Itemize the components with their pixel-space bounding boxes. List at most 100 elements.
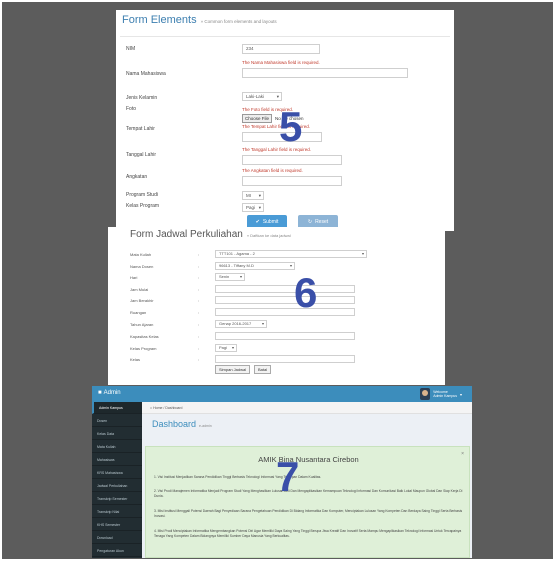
chevron-down-icon: ▾ bbox=[258, 205, 261, 210]
sidebar-item-transkrip-nilai[interactable]: Transkrip Nilai bbox=[92, 506, 142, 518]
sidebar-item-dosen[interactable]: Dosen bbox=[92, 415, 142, 427]
nama-dosen-select[interactable]: 96613 - Tiffany M.D ▾ bbox=[215, 262, 295, 270]
chevron-down-icon: ▾ bbox=[258, 193, 261, 198]
sidebar-item-download[interactable]: Download bbox=[92, 532, 142, 544]
colon: : bbox=[198, 275, 200, 280]
program-studi-value: MI bbox=[246, 193, 251, 198]
page-subtitle: e-admin bbox=[199, 424, 212, 428]
mission-paragraph: 4. Misi Prodi Menciptakan Informatika Me… bbox=[154, 529, 462, 538]
nama-mahasiswa-input[interactable] bbox=[242, 68, 408, 78]
form-elements-header: Form Elements » Common form elements and… bbox=[122, 14, 277, 30]
colon: : bbox=[198, 310, 200, 315]
page-title: Dashboard bbox=[152, 419, 197, 429]
jenis-kelamin-label: Jenis Kelamin bbox=[126, 95, 158, 101]
avatar bbox=[420, 388, 431, 400]
batal-button[interactable]: Batal bbox=[254, 365, 272, 374]
step-number-7: 7 bbox=[276, 453, 300, 500]
brand-logo[interactable]: ■ Admin bbox=[98, 390, 121, 396]
chevron-down-icon: ▾ bbox=[231, 345, 234, 350]
colon: : bbox=[198, 287, 200, 292]
header-divider bbox=[120, 36, 450, 37]
jenis-kelamin-select[interactable]: Laki-Laki ▾ bbox=[242, 92, 282, 101]
kelas-input[interactable] bbox=[215, 355, 355, 363]
top-navbar: ■ Admin Welcome Admin Kampus ▾ bbox=[92, 386, 472, 402]
program-studi-select[interactable]: MI ▾ bbox=[242, 191, 264, 200]
foto-label: Foto bbox=[126, 106, 137, 112]
vision-paragraph: 1. Visi Institusi Menjadikan Sarana Pend… bbox=[154, 475, 322, 479]
hari-label: Hari bbox=[130, 275, 138, 280]
hari-select[interactable]: Senin ▾ bbox=[215, 273, 245, 281]
nama-dosen-value: 96613 - Tiffany M.D bbox=[219, 263, 254, 268]
form-jadwal-title: Form Jadwal Perkuliahan bbox=[130, 229, 243, 240]
breadcrumb-text[interactable]: Home / Dashboard bbox=[153, 406, 182, 410]
colon: : bbox=[198, 334, 200, 339]
nama-mahasiswa-error: The Nama Mahasiswa field is required. bbox=[242, 60, 320, 65]
colon: : bbox=[198, 357, 200, 362]
sidebar-item-admin-kampus[interactable]: Admin Kampus bbox=[92, 402, 142, 414]
colon: : bbox=[198, 298, 200, 303]
chevron-down-icon: ▾ bbox=[361, 251, 364, 256]
step-number-5: 5 bbox=[279, 103, 303, 150]
choose-file-button[interactable]: Choose File bbox=[242, 114, 273, 123]
kapasitas-kelas-label: Kapasitas Kelas bbox=[130, 334, 159, 339]
user-info: Welcome Admin Kampus bbox=[433, 390, 457, 398]
colon: : bbox=[198, 252, 200, 257]
kelas-program-select[interactable]: Pagi ▾ bbox=[215, 344, 237, 352]
chevron-down-icon: ▾ bbox=[289, 263, 292, 268]
sidebar-item-transkrip-semester[interactable]: Transkrip Semester bbox=[92, 493, 142, 505]
user-role: Admin Kampus bbox=[433, 394, 457, 398]
square-icon: ■ bbox=[98, 390, 102, 396]
kapasitas-kelas-input[interactable] bbox=[215, 332, 355, 340]
colon: : bbox=[198, 322, 200, 327]
sidebar: Admin Kampus Dosen Kelas Data Mata Kulia… bbox=[92, 402, 142, 558]
sidebar-item-pengaturan-akun[interactable]: Pengaturan Akun bbox=[92, 545, 142, 557]
angkatan-input[interactable] bbox=[242, 176, 342, 186]
sidebar-item-krs-mahasiswa[interactable]: KRS Mahasiswa bbox=[92, 467, 142, 479]
sidebar-item-jadwal-perkuliahan[interactable]: Jadwal Perkuliahan bbox=[92, 480, 142, 492]
program-studi-label: Program Studi bbox=[126, 192, 158, 198]
user-menu[interactable]: Welcome Admin Kampus ▾ bbox=[420, 387, 462, 401]
sidebar-item-khs-semester[interactable]: KHS Semester bbox=[92, 519, 142, 531]
sidebar-item-kelas-data[interactable]: Kelas Data bbox=[92, 428, 142, 440]
kelas-program-label: Kelas Program bbox=[130, 346, 157, 351]
breadcrumb: ⌂ Home / Dashboard bbox=[142, 402, 472, 414]
chevron-down-icon: ▾ bbox=[261, 321, 264, 326]
colon: : bbox=[198, 264, 200, 269]
tahun-ajaran-select[interactable]: Genap 2016-2017 ▾ bbox=[215, 320, 267, 328]
kelas-program-value: Pagi bbox=[219, 345, 228, 350]
tanggal-lahir-input[interactable] bbox=[242, 155, 342, 165]
jenis-kelamin-value: Laki-Laki bbox=[246, 94, 265, 99]
step-number-6: 6 bbox=[294, 269, 318, 316]
hari-value: Senin bbox=[219, 274, 230, 279]
mission-paragraph: 3. Misi Institusi Menggali Potensi Daera… bbox=[154, 509, 463, 518]
chevron-down-icon: ▾ bbox=[459, 391, 462, 397]
sidebar-item-mata-kuliah[interactable]: Mata Kuliah bbox=[92, 441, 142, 453]
mata-kuliah-label: Mata Kuliah bbox=[130, 252, 152, 257]
colon: : bbox=[198, 346, 200, 351]
form-elements-subtitle: » Common form elements and layouts bbox=[200, 19, 277, 24]
ruangan-input[interactable] bbox=[215, 308, 355, 316]
jam-berakhir-input[interactable] bbox=[215, 296, 355, 304]
nim-input[interactable]: 234 bbox=[242, 44, 320, 54]
home-icon: ⌂ bbox=[150, 406, 153, 410]
dashboard-header: Dashboard e-admin bbox=[152, 419, 212, 429]
form-elements-title: Form Elements bbox=[122, 14, 197, 26]
chevron-down-icon: ▾ bbox=[239, 274, 242, 279]
tanggal-lahir-label: Tanggal Lahir bbox=[126, 152, 157, 158]
main-content: Dashboard e-admin × AMIK Bina Nusantara … bbox=[142, 414, 472, 558]
form-jadwal-panel: Form Jadwal Perkuliahan » Daftkan ke dat… bbox=[108, 227, 445, 385]
angkatan-label: Angkatan bbox=[126, 174, 148, 180]
nim-label: NIM bbox=[126, 46, 136, 52]
jam-berakhir-label: Jam Berakhir bbox=[130, 298, 154, 303]
check-icon: ✔ bbox=[255, 219, 260, 225]
mata-kuliah-select[interactable]: TTT101 - Agama - 2 ▾ bbox=[215, 250, 367, 258]
kelas-program-value: Pagi bbox=[246, 205, 256, 210]
kelas-program-label: Kelas Program bbox=[126, 203, 160, 209]
angkatan-error: The Angkatan field is required. bbox=[242, 168, 303, 173]
sidebar-item-mahasiswa[interactable]: Mahasiswa bbox=[92, 454, 142, 466]
simpan-jadwal-button[interactable]: Simpan Jadwal bbox=[215, 365, 251, 374]
jam-mulai-input[interactable] bbox=[215, 285, 355, 293]
tahun-ajaran-value: Genap 2016-2017 bbox=[219, 321, 252, 326]
kelas-label: Kelas bbox=[130, 357, 141, 362]
kelas-program-select[interactable]: Pagi ▾ bbox=[242, 203, 264, 212]
